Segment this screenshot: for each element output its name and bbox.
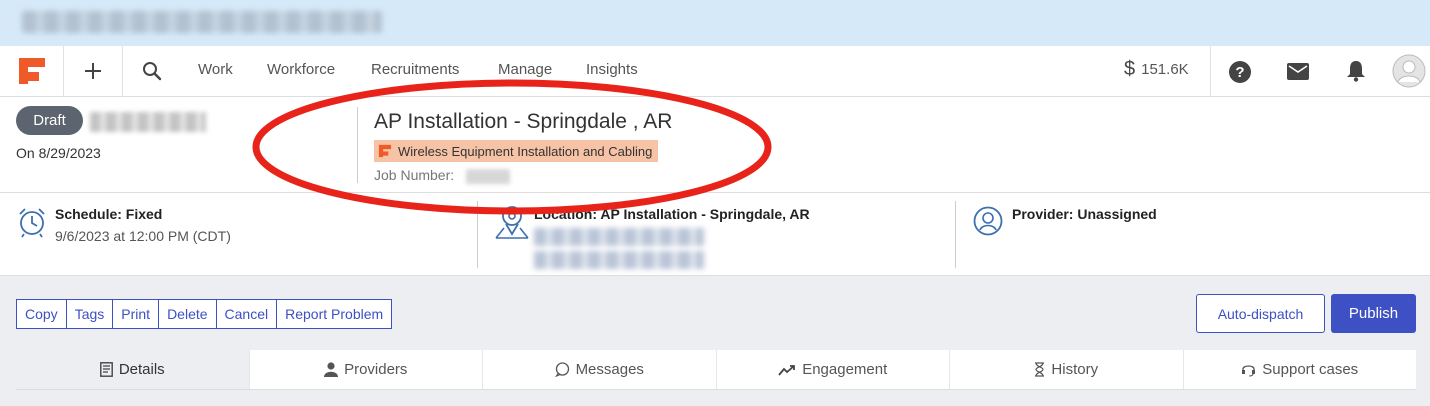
schedule-value: 9/6/2023 at 12:00 PM (CDT) — [55, 228, 231, 244]
avatar-icon[interactable] — [1392, 54, 1426, 88]
help-icon[interactable]: ? — [1229, 61, 1251, 83]
balance-value: 151.6K — [1141, 61, 1189, 78]
tab-label: Messages — [575, 361, 644, 378]
search-button[interactable] — [123, 46, 181, 96]
tab-label: Engagement — [802, 361, 888, 378]
nav-link-recruitments[interactable]: Recruitments — [371, 61, 459, 78]
schedule-label: Schedule: Fixed — [55, 206, 163, 222]
work-order-tabs: Details Providers Messages Engagement Hi… — [16, 350, 1416, 390]
type-of-work-label: Wireless Equipment Installation and Cabl… — [398, 143, 653, 159]
plus-icon — [85, 63, 101, 79]
copy-button[interactable]: Copy — [17, 300, 67, 328]
tab-engagement[interactable]: Engagement — [717, 350, 950, 389]
info-divider — [955, 201, 956, 268]
provider-label: Provider: Unassigned — [1012, 206, 1157, 222]
status-badge: Draft — [16, 106, 83, 135]
redacted-job-number — [466, 169, 510, 184]
main-nav: Work Workforce Recruitments Manage Insig… — [0, 46, 1430, 97]
tab-label: Details — [118, 361, 165, 378]
tab-details[interactable]: Details — [16, 350, 250, 389]
publish-button[interactable]: Publish — [1331, 294, 1416, 333]
tab-messages[interactable]: Messages — [483, 350, 717, 389]
redacted-banner-text — [22, 11, 382, 33]
balance-button[interactable]: $ 151.6K — [1124, 58, 1189, 81]
work-order-summary: Schedule: Fixed 9/6/2023 at 12:00 PM (CD… — [0, 193, 1430, 276]
logo-button[interactable] — [0, 46, 64, 96]
nav-divider — [1210, 46, 1211, 96]
report-problem-button[interactable]: Report Problem — [277, 300, 391, 328]
nav-link-insights[interactable]: Insights — [586, 61, 638, 78]
nav-link-manage[interactable]: Manage — [498, 61, 552, 78]
provider-user-icon — [973, 206, 1003, 236]
svg-text:?: ? — [1235, 64, 1244, 81]
type-logo-icon — [378, 144, 392, 158]
trend-up-icon — [778, 364, 796, 376]
top-banner — [0, 0, 1430, 46]
redacted-work-order-id — [90, 112, 206, 132]
dollar-icon: $ — [1124, 58, 1136, 80]
headset-icon — [1242, 365, 1256, 377]
redacted-address-line-1 — [534, 228, 704, 246]
job-number-label: Job Number: — [374, 167, 455, 183]
type-of-work-tag: Wireless Equipment Installation and Cabl… — [374, 140, 659, 162]
created-date: On 8/29/2023 — [16, 145, 101, 161]
person-icon — [324, 362, 339, 377]
tab-label: History — [1051, 361, 1099, 378]
search-icon — [143, 62, 162, 81]
mail-icon[interactable] — [1287, 63, 1309, 80]
bell-icon[interactable] — [1346, 60, 1366, 82]
tab-providers[interactable]: Providers — [250, 350, 483, 389]
tab-label: Support cases — [1262, 361, 1359, 378]
nav-link-workforce[interactable]: Workforce — [267, 61, 335, 78]
tab-label: Providers — [344, 361, 408, 378]
delete-button[interactable]: Delete — [159, 300, 217, 328]
document-icon — [99, 362, 113, 377]
location-pin-icon — [495, 206, 529, 239]
tab-history[interactable]: History — [950, 350, 1184, 389]
create-button[interactable] — [64, 46, 123, 96]
redacted-address-line-2 — [534, 251, 704, 269]
cancel-button[interactable]: Cancel — [217, 300, 278, 328]
tab-support-cases[interactable]: Support cases — [1184, 350, 1417, 389]
location-label: Location: AP Installation - Springdale, … — [534, 206, 810, 222]
chat-bubble-icon — [554, 362, 569, 377]
header-divider — [357, 107, 358, 183]
work-order-header: Draft On 8/29/2023 AP Installation - Spr… — [0, 97, 1430, 193]
hourglass-icon — [1035, 362, 1045, 377]
logo-icon — [18, 58, 45, 84]
print-button[interactable]: Print — [113, 300, 160, 328]
nav-link-work[interactable]: Work — [198, 61, 233, 78]
tags-button[interactable]: Tags — [67, 300, 114, 328]
action-button-group: Copy Tags Print Delete Cancel Report Pro… — [16, 299, 393, 329]
auto-dispatch-button[interactable]: Auto-dispatch — [1196, 294, 1325, 333]
alarm-clock-icon — [19, 208, 45, 238]
info-divider — [477, 201, 478, 268]
page-title: AP Installation - Springdale , AR — [374, 110, 673, 133]
